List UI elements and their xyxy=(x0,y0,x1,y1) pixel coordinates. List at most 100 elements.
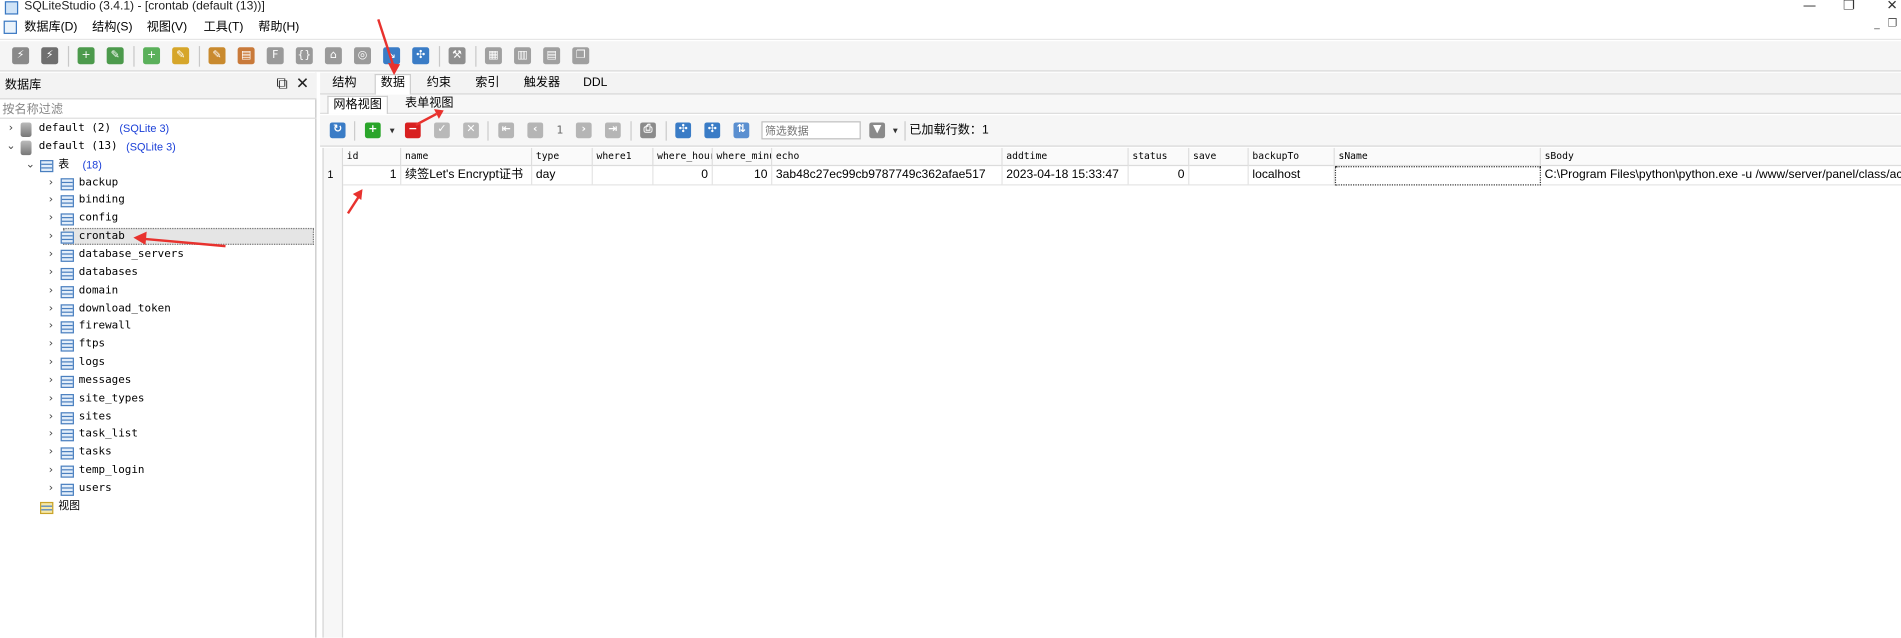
column-header-backupTo[interactable]: backupTo xyxy=(1248,147,1335,167)
expand-arrow-icon[interactable]: › xyxy=(45,480,57,498)
next-page-icon[interactable]: › xyxy=(575,122,592,139)
expand-arrow-icon[interactable]: › xyxy=(5,120,17,138)
print-icon[interactable]: ⎙ xyxy=(640,122,656,139)
expand-arrow-icon[interactable]: › xyxy=(45,426,57,444)
tree-table-ftps[interactable]: › ftps xyxy=(0,336,316,354)
tree-table-task_list[interactable]: › task_list xyxy=(0,426,316,444)
tree-table-messages[interactable]: › messages xyxy=(0,372,316,390)
tab-1[interactable]: 数据 xyxy=(374,73,412,96)
cascade-windows-icon[interactable]: ❐ xyxy=(572,47,590,65)
add-db-icon[interactable]: + xyxy=(77,47,95,65)
tab-5[interactable]: DDL xyxy=(578,75,612,92)
tile-vertical-icon[interactable]: ▤ xyxy=(543,47,561,65)
tree-database-1[interactable]: ⌄ default (13) (SQLite 3) xyxy=(0,138,316,156)
column-header-where_minute[interactable]: where_minute xyxy=(712,147,773,167)
snippets-icon[interactable]: ◎ xyxy=(354,47,371,65)
tree-table-config[interactable]: › config xyxy=(0,210,316,228)
menu-view[interactable]: 视图(V) xyxy=(143,19,191,36)
history-icon[interactable]: ▤ xyxy=(237,47,255,65)
tree-table-binding[interactable]: › binding xyxy=(0,192,316,210)
column-header-save[interactable]: save xyxy=(1189,147,1249,167)
expand-arrow-icon[interactable]: › xyxy=(45,300,57,318)
cell-where_hour[interactable]: 0 xyxy=(653,166,713,186)
close-button[interactable]: ✕ xyxy=(1886,0,1897,13)
connect-db-icon[interactable]: ⚡ xyxy=(12,47,30,65)
expand-arrow-icon[interactable]: › xyxy=(45,390,57,408)
tab-3[interactable]: 索引 xyxy=(470,75,504,92)
cell-backupTo[interactable]: localhost xyxy=(1248,166,1335,186)
cell-save[interactable] xyxy=(1189,166,1249,186)
disconnect-db-icon[interactable]: ⚡ xyxy=(41,47,59,65)
expand-arrow-icon[interactable]: › xyxy=(45,174,57,192)
insert-dropdown-icon[interactable]: ▾ xyxy=(387,125,398,136)
edit-table-icon[interactable]: ✎ xyxy=(172,47,190,65)
expand-columns-icon[interactable]: ✣ xyxy=(675,122,692,139)
row-number[interactable]: 1 xyxy=(324,166,343,185)
expand-arrow-icon[interactable]: › xyxy=(45,210,57,228)
tree-table-crontab[interactable]: › crontab xyxy=(0,228,316,246)
cell-id[interactable]: 1 xyxy=(343,166,402,186)
tree-database-0[interactable]: › default (2) (SQLite 3) xyxy=(0,120,316,138)
expand-arrow-icon[interactable]: › xyxy=(45,462,57,480)
insert-row-icon[interactable]: + xyxy=(364,122,381,139)
extensions-icon[interactable]: ⌂ xyxy=(324,47,342,65)
form-view-tab[interactable]: 表单视图 xyxy=(400,96,458,113)
last-page-icon[interactable]: ⇥ xyxy=(604,122,621,139)
menu-structure[interactable]: 结构(S) xyxy=(89,19,137,36)
tree-table-firewall[interactable]: › firewall xyxy=(0,318,316,336)
filter-dropdown-icon[interactable]: ▾ xyxy=(890,125,901,136)
tree-table-backup[interactable]: › backup xyxy=(0,174,316,192)
cell-echo[interactable]: 3ab48c27ec99cb9787749c362afae517 xyxy=(772,166,1003,186)
config-wrench-icon[interactable]: ⚒ xyxy=(448,47,466,65)
float-pane-icon[interactable]: ⧉ xyxy=(276,76,287,93)
column-header-where_hour[interactable]: where_hour xyxy=(653,147,713,167)
sort-icon[interactable]: ⇅ xyxy=(733,122,750,139)
prev-page-icon[interactable]: ‹ xyxy=(527,122,544,139)
cell-type[interactable]: day xyxy=(532,166,593,186)
expand-arrow-icon[interactable]: › xyxy=(45,192,57,210)
cell-name[interactable]: 续签Let's Encrypt证书 xyxy=(401,166,533,186)
column-header-status[interactable]: status xyxy=(1128,147,1190,167)
refresh-icon[interactable]: ↻ xyxy=(329,122,346,139)
maximize-button[interactable]: ❐ xyxy=(1843,0,1855,13)
filter-funnel-icon[interactable]: ▼ xyxy=(869,122,886,139)
functions-icon[interactable]: F xyxy=(266,47,284,65)
tile-windows-icon[interactable]: ▦ xyxy=(484,47,502,65)
expand-arrow-icon[interactable]: › xyxy=(45,408,57,426)
cell-where_minute[interactable]: 10 xyxy=(712,166,773,186)
tree-table-download_token[interactable]: › download_token xyxy=(0,300,316,318)
new-table-icon[interactable]: + xyxy=(143,47,161,65)
cell-status[interactable]: 0 xyxy=(1128,166,1190,186)
tree-views-node[interactable]: 视图 xyxy=(0,498,316,516)
collapse-columns-icon[interactable]: ✣ xyxy=(704,122,721,139)
sql-editor-icon[interactable]: ✎ xyxy=(208,47,226,65)
cell-addtime[interactable]: 2023-04-18 15:33:47 xyxy=(1002,166,1129,186)
tree-table-tasks[interactable]: › tasks xyxy=(0,444,316,462)
expand-arrow-icon[interactable]: › xyxy=(45,318,57,336)
minimize-button[interactable]: — xyxy=(1803,0,1816,13)
collapse-arrow-icon[interactable]: ⌄ xyxy=(5,138,17,156)
name-filter-input[interactable] xyxy=(2,100,313,118)
tree-table-database_servers[interactable]: › database_servers xyxy=(0,246,316,264)
tree-table-databases[interactable]: › databases xyxy=(0,264,316,282)
tree-table-users[interactable]: › users xyxy=(0,480,316,498)
commit-icon[interactable]: ✓ xyxy=(434,122,450,139)
cell-sName[interactable] xyxy=(1334,166,1541,186)
expand-arrow-icon[interactable]: › xyxy=(45,444,57,462)
tree-table-sites[interactable]: › sites xyxy=(0,408,316,426)
tree-table-site_types[interactable]: › site_types xyxy=(0,390,316,408)
menu-help[interactable]: 帮助(H) xyxy=(255,19,303,36)
column-header-sBody[interactable]: sBody xyxy=(1540,147,1901,167)
column-header-type[interactable]: type xyxy=(532,147,593,167)
delete-row-icon[interactable]: − xyxy=(404,122,421,139)
tree-table-domain[interactable]: › domain xyxy=(0,282,316,300)
column-header-where1[interactable]: where1 xyxy=(592,147,654,167)
column-header-id[interactable]: id xyxy=(343,147,402,167)
tree-table-logs[interactable]: › logs xyxy=(0,354,316,372)
menu-database[interactable]: 数据库(D) xyxy=(21,19,81,36)
expand-arrow-icon[interactable]: › xyxy=(45,354,57,372)
mdi-restore-button[interactable]: ❐ xyxy=(1886,18,1898,30)
tree-table-temp_login[interactable]: › temp_login xyxy=(0,462,316,480)
expand-arrow-icon[interactable]: › xyxy=(45,282,57,300)
tab-0[interactable]: 结构 xyxy=(327,75,361,92)
